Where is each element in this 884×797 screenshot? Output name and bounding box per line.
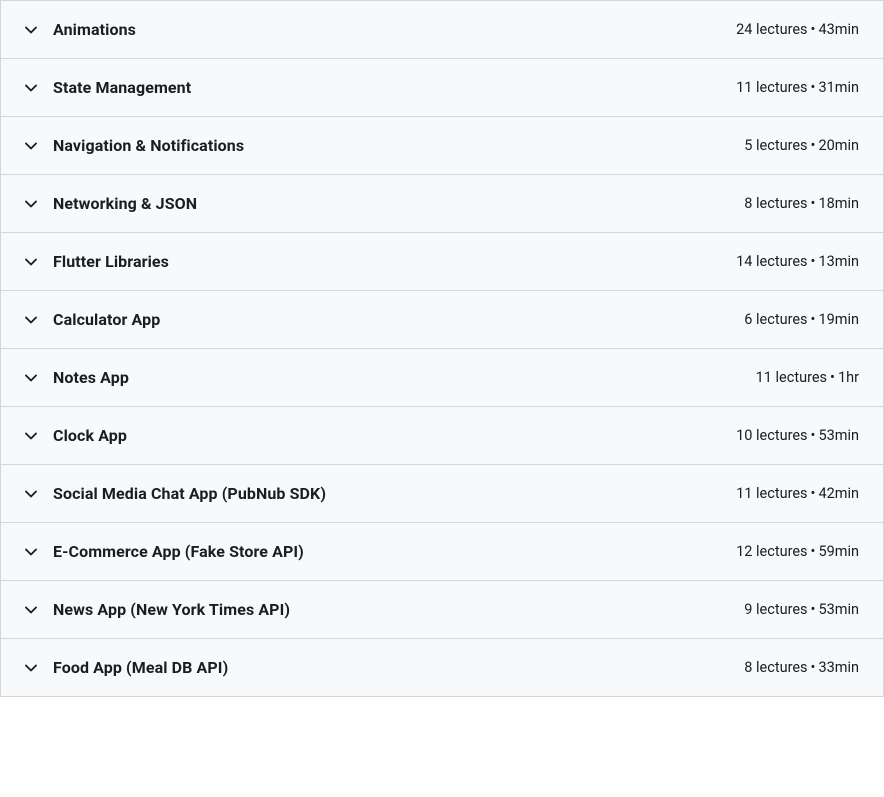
section-duration: 33min (818, 659, 859, 676)
section-title: E-Commerce App (Fake Store API) (53, 542, 304, 561)
section-title: Navigation & Notifications (53, 136, 244, 155)
section-title: Animations (53, 20, 136, 39)
separator-dot: • (827, 369, 838, 386)
separator-dot: • (808, 79, 819, 96)
section-row-left: State Management (25, 78, 191, 97)
section-title: Clock App (53, 426, 127, 445)
chevron-down-icon (25, 372, 37, 384)
section-row[interactable]: State Management 11 lectures•31min (1, 59, 883, 117)
section-lectures-count: 8 lectures (744, 659, 807, 676)
chevron-down-icon (25, 488, 37, 500)
section-row-left: Notes App (25, 368, 129, 387)
section-row[interactable]: Animations 24 lectures•43min (1, 1, 883, 59)
section-row-left: Clock App (25, 426, 127, 445)
section-meta: 8 lectures•18min (744, 195, 859, 212)
separator-dot: • (808, 543, 819, 560)
chevron-down-icon (25, 546, 37, 558)
section-row[interactable]: News App (New York Times API) 9 lectures•… (1, 581, 883, 639)
section-duration: 1hr (838, 369, 859, 386)
section-title: Food App (Meal DB API) (53, 658, 228, 677)
section-row-left: E-Commerce App (Fake Store API) (25, 542, 304, 561)
section-row-left: Navigation & Notifications (25, 136, 244, 155)
section-lectures-count: 11 lectures (736, 485, 807, 502)
section-meta: 14 lectures•13min (736, 253, 859, 270)
section-lectures-count: 8 lectures (744, 195, 807, 212)
chevron-down-icon (25, 314, 37, 326)
section-lectures-count: 11 lectures (736, 79, 807, 96)
section-title: Flutter Libraries (53, 252, 169, 271)
separator-dot: • (808, 427, 819, 444)
section-row[interactable]: Navigation & Notifications 5 lectures•20m… (1, 117, 883, 175)
section-duration: 19min (818, 311, 859, 328)
chevron-down-icon (25, 604, 37, 616)
section-row-left: Flutter Libraries (25, 252, 169, 271)
section-row-left: Networking & JSON (25, 194, 197, 213)
chevron-down-icon (25, 140, 37, 152)
separator-dot: • (808, 485, 819, 502)
section-row[interactable]: Food App (Meal DB API) 8 lectures•33min (1, 639, 883, 697)
section-meta: 8 lectures•33min (744, 659, 859, 676)
separator-dot: • (808, 659, 819, 676)
section-lectures-count: 9 lectures (744, 601, 807, 618)
section-title: News App (New York Times API) (53, 600, 290, 619)
section-row[interactable]: Flutter Libraries 14 lectures•13min (1, 233, 883, 291)
section-duration: 42min (818, 485, 859, 502)
section-lectures-count: 24 lectures (736, 21, 807, 38)
section-duration: 53min (818, 601, 859, 618)
separator-dot: • (808, 137, 819, 154)
section-row-left: Calculator App (25, 310, 160, 329)
section-meta: 6 lectures•19min (744, 311, 859, 328)
chevron-down-icon (25, 662, 37, 674)
section-row[interactable]: Clock App 10 lectures•53min (1, 407, 883, 465)
section-lectures-count: 12 lectures (736, 543, 807, 560)
separator-dot: • (808, 195, 819, 212)
section-duration: 31min (818, 79, 859, 96)
section-meta: 11 lectures•42min (736, 485, 859, 502)
chevron-down-icon (25, 430, 37, 442)
section-meta: 24 lectures•43min (736, 21, 859, 38)
section-meta: 10 lectures•53min (736, 427, 859, 444)
section-meta: 12 lectures•59min (736, 543, 859, 560)
separator-dot: • (808, 311, 819, 328)
section-lectures-count: 11 lectures (756, 369, 827, 386)
chevron-down-icon (25, 82, 37, 94)
section-row[interactable]: Social Media Chat App (PubNub SDK) 11 lec… (1, 465, 883, 523)
section-duration: 13min (818, 253, 859, 270)
separator-dot: • (808, 253, 819, 270)
section-row[interactable]: Calculator App 6 lectures•19min (1, 291, 883, 349)
section-title: Social Media Chat App (PubNub SDK) (53, 484, 326, 503)
section-title: Calculator App (53, 310, 160, 329)
section-row-left: Food App (Meal DB API) (25, 658, 228, 677)
section-row[interactable]: E-Commerce App (Fake Store API) 12 lectur… (1, 523, 883, 581)
section-title: State Management (53, 78, 191, 97)
section-meta: 11 lectures•31min (736, 79, 859, 96)
section-meta: 11 lectures•1hr (756, 369, 859, 386)
section-duration: 43min (818, 21, 859, 38)
section-lectures-count: 10 lectures (736, 427, 807, 444)
section-meta: 9 lectures•53min (744, 601, 859, 618)
section-duration: 53min (818, 427, 859, 444)
course-sections-accordion: Animations24 lectures•43minState Managem… (0, 0, 884, 697)
chevron-down-icon (25, 256, 37, 268)
section-duration: 20min (818, 137, 859, 154)
chevron-down-icon (25, 24, 37, 36)
section-duration: 59min (818, 543, 859, 560)
section-row-left: Animations (25, 20, 136, 39)
section-title: Notes App (53, 368, 129, 387)
section-row-left: News App (New York Times API) (25, 600, 290, 619)
section-lectures-count: 5 lectures (744, 137, 807, 154)
section-lectures-count: 6 lectures (744, 311, 807, 328)
separator-dot: • (808, 601, 819, 618)
chevron-down-icon (25, 198, 37, 210)
section-row-left: Social Media Chat App (PubNub SDK) (25, 484, 326, 503)
section-meta: 5 lectures•20min (744, 137, 859, 154)
section-row[interactable]: Notes App 11 lectures•1hr (1, 349, 883, 407)
section-lectures-count: 14 lectures (736, 253, 807, 270)
section-row[interactable]: Networking & JSON 8 lectures•18min (1, 175, 883, 233)
section-title: Networking & JSON (53, 194, 197, 213)
section-duration: 18min (818, 195, 859, 212)
separator-dot: • (808, 21, 819, 38)
